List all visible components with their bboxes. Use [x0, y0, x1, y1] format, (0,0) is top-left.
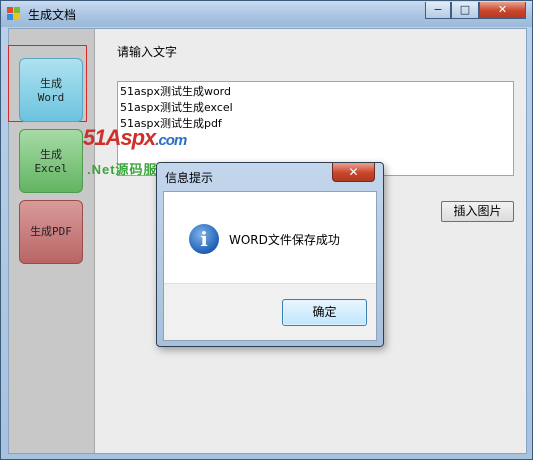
input-text-label: 请输入文字: [117, 45, 178, 59]
close-button[interactable]: ✕: [479, 2, 526, 19]
dialog-title: 信息提示: [165, 171, 214, 185]
app-icon: [7, 7, 21, 21]
window-title: 生成文档: [28, 8, 77, 22]
dialog-message: WORD文件保存成功: [229, 233, 340, 247]
message-dialog: 信息提示 ✕ i WORD文件保存成功 确定: [156, 162, 384, 347]
text-line: 51aspx测试生成excel: [120, 101, 233, 114]
generate-excel-label-line2: Excel: [34, 162, 68, 175]
dialog-close-button[interactable]: ✕: [332, 163, 375, 182]
text-line: 51aspx测试生成word: [120, 85, 231, 98]
ok-button[interactable]: 确定: [282, 299, 367, 326]
generate-pdf-button[interactable]: 生成PDF: [19, 200, 83, 264]
text-line: 51aspx测试生成pdf: [120, 117, 222, 130]
minimize-button[interactable]: −: [425, 2, 451, 19]
title-bar[interactable]: 生成文档 − □ ✕: [1, 1, 532, 27]
info-icon: i: [189, 224, 219, 254]
sidebar: 生成 Word 生成 Excel 生成PDF: [8, 29, 95, 453]
generate-pdf-label: 生成PDF: [30, 225, 72, 238]
dialog-body: i WORD文件保存成功 确定: [163, 191, 377, 341]
generate-excel-label-line1: 生成: [40, 148, 62, 161]
app-window: 生成文档 − □ ✕ 生成 Word 生成 Excel 生成PDF 请输入文字 …: [0, 0, 533, 460]
generate-word-button[interactable]: 生成 Word: [19, 58, 83, 122]
generate-word-label-line1: 生成: [40, 77, 62, 90]
generate-word-label-line2: Word: [37, 91, 65, 104]
maximize-button[interactable]: □: [451, 2, 479, 19]
generate-excel-button[interactable]: 生成 Excel: [19, 129, 83, 193]
insert-image-button[interactable]: 插入图片: [441, 201, 514, 222]
